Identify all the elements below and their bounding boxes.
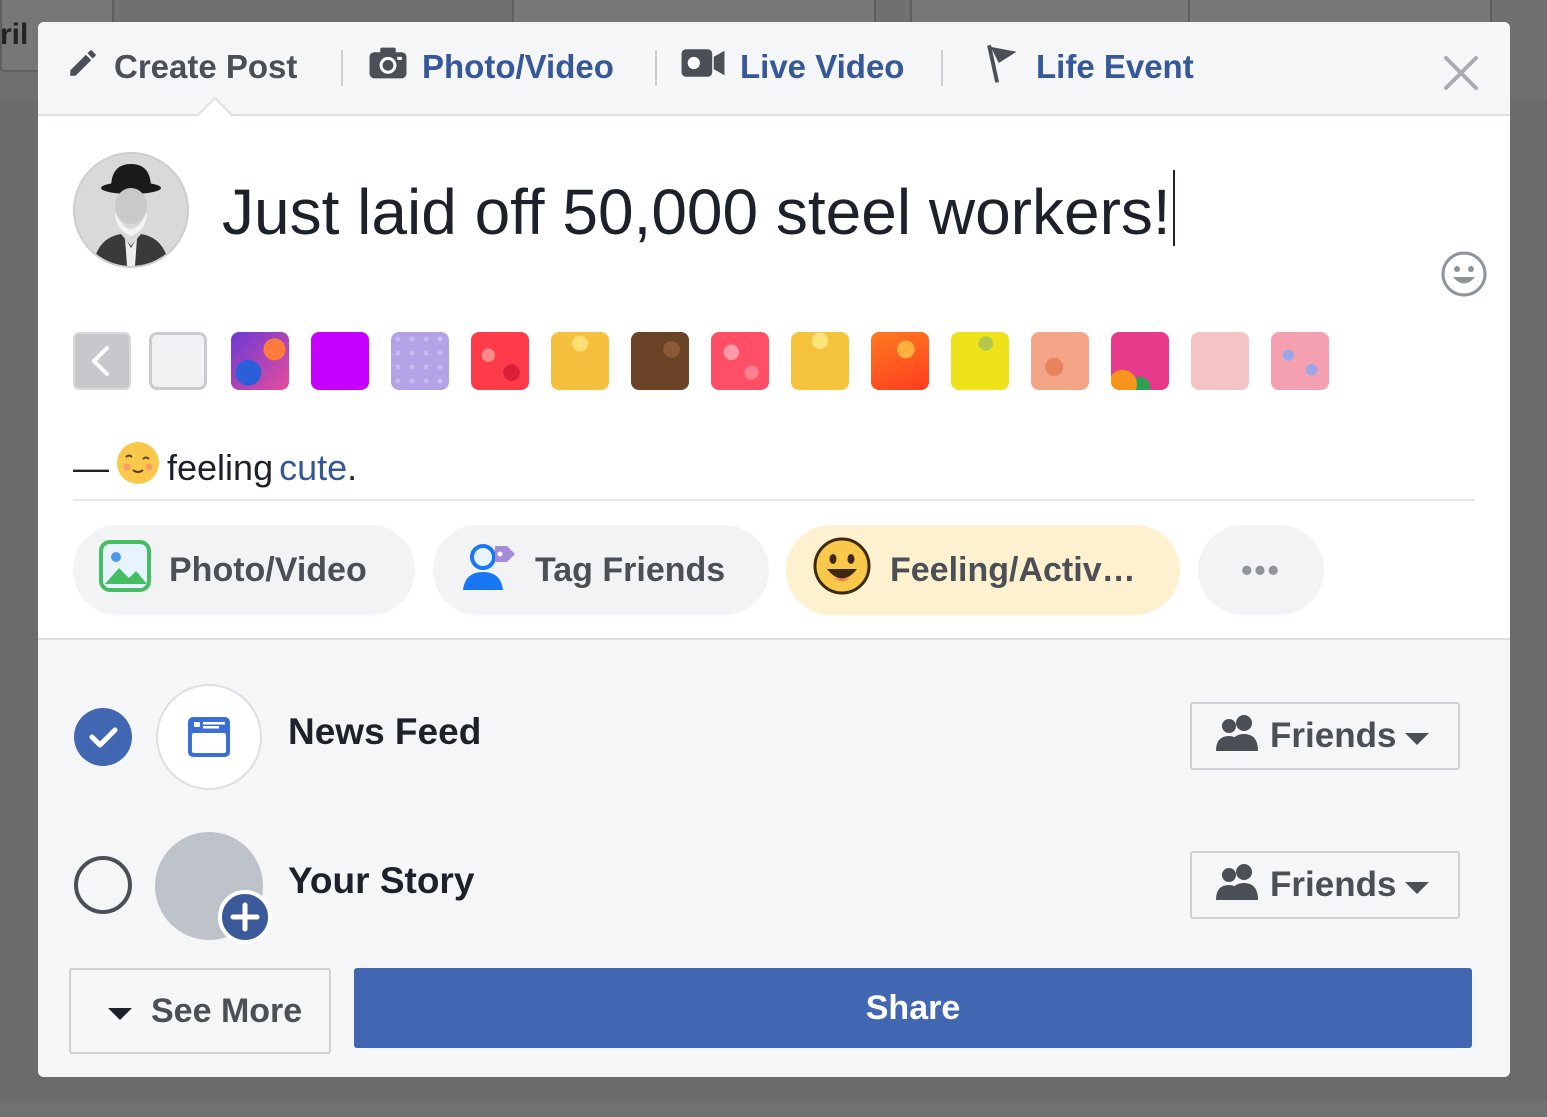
chevron-down-icon bbox=[1404, 716, 1430, 756]
tag-friends-button[interactable]: Tag Friends bbox=[433, 525, 769, 615]
video-camera-icon bbox=[680, 46, 726, 88]
tab-life-event[interactable]: Life Event bbox=[982, 44, 1194, 88]
background-page-bottom bbox=[0, 1100, 1547, 1117]
background-fragment: ril bbox=[0, 18, 29, 51]
pill-label: Feeling/Activ… bbox=[890, 550, 1136, 589]
smiley-icon[interactable] bbox=[1440, 250, 1488, 298]
divider bbox=[73, 499, 1475, 501]
text-caret bbox=[1172, 170, 1175, 246]
tab-label: Photo/Video bbox=[422, 48, 614, 85]
your-story-privacy-dropdown[interactable]: Friends bbox=[1190, 851, 1460, 919]
pill-label: Photo/Video bbox=[169, 550, 367, 589]
tab-divider bbox=[655, 50, 657, 86]
post-text: Just laid off 50,000 steel workers! bbox=[222, 176, 1171, 248]
your-story-label: Your Story bbox=[288, 860, 475, 901]
background-swatch[interactable] bbox=[311, 332, 369, 390]
post-text-input[interactable]: Just laid off 50,000 steel workers! bbox=[222, 170, 1175, 249]
feeling-prefix: — bbox=[73, 446, 109, 488]
flag-icon bbox=[982, 42, 1022, 92]
background-swatch[interactable] bbox=[551, 332, 609, 390]
news-feed-checkbox[interactable] bbox=[74, 708, 132, 766]
close-icon[interactable] bbox=[1438, 50, 1484, 96]
composer-tab-bar: Create Post Photo/Video Live Video Life … bbox=[38, 22, 1510, 116]
privacy-label: Friends bbox=[1270, 865, 1397, 904]
background-swatch[interactable] bbox=[1271, 332, 1329, 390]
chevron-down-icon bbox=[1404, 865, 1430, 905]
photo-video-button[interactable]: Photo/Video bbox=[73, 525, 415, 615]
background-swatch[interactable] bbox=[951, 332, 1009, 390]
feeling-value-link[interactable]: cute bbox=[279, 447, 347, 488]
background-swatch[interactable] bbox=[471, 332, 529, 390]
feeling-summary: — feeling cute. bbox=[73, 440, 357, 495]
feeling-verb: feeling bbox=[167, 446, 274, 488]
news-feed-icon bbox=[156, 684, 262, 790]
tab-label: Life Event bbox=[1036, 48, 1194, 85]
friends-icon bbox=[1214, 713, 1262, 760]
background-swatch[interactable] bbox=[231, 332, 289, 390]
feeling-suffix: . bbox=[347, 446, 358, 488]
add-story-icon[interactable] bbox=[218, 890, 272, 944]
avatar[interactable] bbox=[73, 152, 189, 268]
privacy-label: Friends bbox=[1270, 716, 1397, 755]
news-feed-label: News Feed bbox=[288, 711, 482, 752]
tab-label: Create Post bbox=[114, 48, 298, 85]
caret-down-icon bbox=[107, 992, 133, 1031]
camera-icon bbox=[368, 46, 408, 88]
tab-divider bbox=[941, 50, 943, 86]
more-icon: ••• bbox=[1241, 551, 1281, 588]
share-label: Share bbox=[865, 988, 961, 1027]
see-more-label: See More bbox=[151, 991, 303, 1030]
background-swatch[interactable] bbox=[871, 332, 929, 390]
background-swatch[interactable] bbox=[1191, 332, 1249, 390]
feeling-smile-icon bbox=[812, 536, 872, 605]
feeling-emoji-icon bbox=[115, 440, 161, 495]
tab-divider bbox=[341, 50, 343, 86]
create-post-dialog: Create Post Photo/Video Live Video Life … bbox=[38, 22, 1510, 1077]
tab-photo-video[interactable]: Photo/Video bbox=[368, 46, 614, 88]
share-button[interactable]: Share bbox=[354, 968, 1472, 1048]
background-swatch[interactable] bbox=[149, 332, 207, 390]
your-story-checkbox[interactable] bbox=[74, 856, 132, 914]
tab-live-video[interactable]: Live Video bbox=[680, 46, 904, 88]
background-swatch[interactable] bbox=[391, 332, 449, 390]
news-feed-privacy-dropdown[interactable]: Friends bbox=[1190, 702, 1460, 770]
background-swatch[interactable] bbox=[1031, 332, 1089, 390]
pencil-icon bbox=[66, 46, 100, 88]
tab-label: Live Video bbox=[740, 48, 905, 85]
background-swatch[interactable] bbox=[1111, 332, 1169, 390]
background-swatch[interactable] bbox=[711, 332, 769, 390]
background-swatch[interactable] bbox=[791, 332, 849, 390]
friends-icon bbox=[1214, 862, 1262, 909]
tab-create-post[interactable]: Create Post bbox=[66, 46, 297, 88]
tag-friends-icon bbox=[459, 540, 517, 601]
see-more-button[interactable]: See More bbox=[69, 968, 331, 1054]
previous-backgrounds-button[interactable] bbox=[73, 332, 131, 390]
more-options-button[interactable]: ••• bbox=[1198, 525, 1324, 615]
feeling-activity-button[interactable]: Feeling/Activ… bbox=[786, 525, 1180, 615]
background-swatch[interactable] bbox=[631, 332, 689, 390]
pill-label: Tag Friends bbox=[535, 550, 726, 589]
photo-icon bbox=[99, 539, 151, 601]
